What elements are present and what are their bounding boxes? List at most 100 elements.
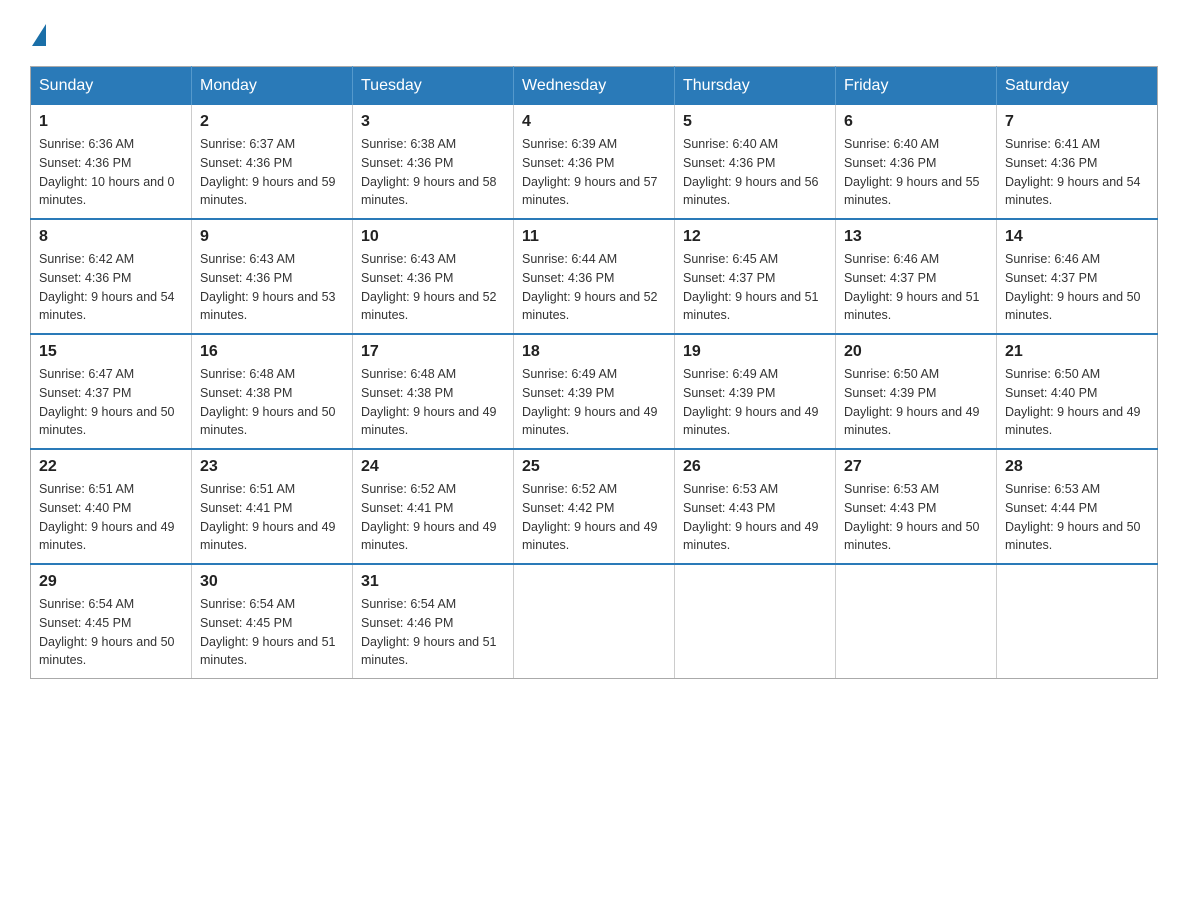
day-info: Sunrise: 6:49 AMSunset: 4:39 PMDaylight:… [522,365,666,440]
calendar-cell: 4 Sunrise: 6:39 AMSunset: 4:36 PMDayligh… [514,105,675,219]
day-number: 23 [200,458,344,476]
day-number: 12 [683,228,827,246]
calendar-cell: 29 Sunrise: 6:54 AMSunset: 4:45 PMDaylig… [31,564,192,679]
day-number: 28 [1005,458,1149,476]
calendar-cell: 17 Sunrise: 6:48 AMSunset: 4:38 PMDaylig… [353,334,514,449]
day-info: Sunrise: 6:45 AMSunset: 4:37 PMDaylight:… [683,250,827,325]
calendar-cell: 16 Sunrise: 6:48 AMSunset: 4:38 PMDaylig… [192,334,353,449]
calendar-cell: 26 Sunrise: 6:53 AMSunset: 4:43 PMDaylig… [675,449,836,564]
calendar-cell: 31 Sunrise: 6:54 AMSunset: 4:46 PMDaylig… [353,564,514,679]
calendar-week-row: 29 Sunrise: 6:54 AMSunset: 4:45 PMDaylig… [31,564,1158,679]
day-info: Sunrise: 6:51 AMSunset: 4:40 PMDaylight:… [39,480,183,555]
calendar-cell [675,564,836,679]
day-info: Sunrise: 6:37 AMSunset: 4:36 PMDaylight:… [200,135,344,210]
calendar-cell: 7 Sunrise: 6:41 AMSunset: 4:36 PMDayligh… [997,105,1158,219]
calendar-cell: 5 Sunrise: 6:40 AMSunset: 4:36 PMDayligh… [675,105,836,219]
calendar-week-row: 15 Sunrise: 6:47 AMSunset: 4:37 PMDaylig… [31,334,1158,449]
logo [30,20,48,46]
calendar-cell: 1 Sunrise: 6:36 AMSunset: 4:36 PMDayligh… [31,105,192,219]
day-info: Sunrise: 6:53 AMSunset: 4:43 PMDaylight:… [844,480,988,555]
day-number: 29 [39,573,183,591]
calendar-week-row: 22 Sunrise: 6:51 AMSunset: 4:40 PMDaylig… [31,449,1158,564]
day-number: 6 [844,113,988,131]
day-info: Sunrise: 6:39 AMSunset: 4:36 PMDaylight:… [522,135,666,210]
day-number: 30 [200,573,344,591]
calendar-cell: 13 Sunrise: 6:46 AMSunset: 4:37 PMDaylig… [836,219,997,334]
calendar-cell: 28 Sunrise: 6:53 AMSunset: 4:44 PMDaylig… [997,449,1158,564]
calendar-cell: 9 Sunrise: 6:43 AMSunset: 4:36 PMDayligh… [192,219,353,334]
day-number: 31 [361,573,505,591]
day-number: 25 [522,458,666,476]
calendar-table: SundayMondayTuesdayWednesdayThursdayFrid… [30,66,1158,679]
day-number: 26 [683,458,827,476]
calendar-week-row: 1 Sunrise: 6:36 AMSunset: 4:36 PMDayligh… [31,105,1158,219]
day-info: Sunrise: 6:48 AMSunset: 4:38 PMDaylight:… [200,365,344,440]
day-number: 21 [1005,343,1149,361]
calendar-cell: 25 Sunrise: 6:52 AMSunset: 4:42 PMDaylig… [514,449,675,564]
day-number: 2 [200,113,344,131]
day-number: 13 [844,228,988,246]
day-info: Sunrise: 6:46 AMSunset: 4:37 PMDaylight:… [844,250,988,325]
calendar-cell: 20 Sunrise: 6:50 AMSunset: 4:39 PMDaylig… [836,334,997,449]
day-info: Sunrise: 6:38 AMSunset: 4:36 PMDaylight:… [361,135,505,210]
calendar-cell: 2 Sunrise: 6:37 AMSunset: 4:36 PMDayligh… [192,105,353,219]
calendar-cell: 11 Sunrise: 6:44 AMSunset: 4:36 PMDaylig… [514,219,675,334]
day-number: 5 [683,113,827,131]
day-info: Sunrise: 6:47 AMSunset: 4:37 PMDaylight:… [39,365,183,440]
calendar-header-sunday: Sunday [31,67,192,106]
calendar-cell [514,564,675,679]
calendar-header-monday: Monday [192,67,353,106]
day-info: Sunrise: 6:44 AMSunset: 4:36 PMDaylight:… [522,250,666,325]
day-number: 9 [200,228,344,246]
day-number: 4 [522,113,666,131]
day-info: Sunrise: 6:54 AMSunset: 4:46 PMDaylight:… [361,595,505,670]
calendar-header-thursday: Thursday [675,67,836,106]
calendar-cell: 6 Sunrise: 6:40 AMSunset: 4:36 PMDayligh… [836,105,997,219]
day-info: Sunrise: 6:50 AMSunset: 4:40 PMDaylight:… [1005,365,1149,440]
calendar-header-tuesday: Tuesday [353,67,514,106]
day-info: Sunrise: 6:40 AMSunset: 4:36 PMDaylight:… [683,135,827,210]
calendar-cell: 12 Sunrise: 6:45 AMSunset: 4:37 PMDaylig… [675,219,836,334]
day-number: 20 [844,343,988,361]
calendar-header-friday: Friday [836,67,997,106]
day-number: 10 [361,228,505,246]
calendar-cell: 21 Sunrise: 6:50 AMSunset: 4:40 PMDaylig… [997,334,1158,449]
day-info: Sunrise: 6:53 AMSunset: 4:44 PMDaylight:… [1005,480,1149,555]
day-number: 24 [361,458,505,476]
day-info: Sunrise: 6:41 AMSunset: 4:36 PMDaylight:… [1005,135,1149,210]
calendar-cell: 8 Sunrise: 6:42 AMSunset: 4:36 PMDayligh… [31,219,192,334]
calendar-cell: 14 Sunrise: 6:46 AMSunset: 4:37 PMDaylig… [997,219,1158,334]
day-number: 14 [1005,228,1149,246]
day-number: 15 [39,343,183,361]
day-info: Sunrise: 6:48 AMSunset: 4:38 PMDaylight:… [361,365,505,440]
day-number: 18 [522,343,666,361]
day-info: Sunrise: 6:42 AMSunset: 4:36 PMDaylight:… [39,250,183,325]
day-info: Sunrise: 6:54 AMSunset: 4:45 PMDaylight:… [39,595,183,670]
day-info: Sunrise: 6:52 AMSunset: 4:41 PMDaylight:… [361,480,505,555]
day-info: Sunrise: 6:49 AMSunset: 4:39 PMDaylight:… [683,365,827,440]
day-number: 22 [39,458,183,476]
calendar-header-saturday: Saturday [997,67,1158,106]
logo-triangle-icon [32,24,46,46]
calendar-header-row: SundayMondayTuesdayWednesdayThursdayFrid… [31,67,1158,106]
day-info: Sunrise: 6:36 AMSunset: 4:36 PMDaylight:… [39,135,183,210]
day-info: Sunrise: 6:53 AMSunset: 4:43 PMDaylight:… [683,480,827,555]
day-number: 7 [1005,113,1149,131]
calendar-header-wednesday: Wednesday [514,67,675,106]
calendar-cell: 15 Sunrise: 6:47 AMSunset: 4:37 PMDaylig… [31,334,192,449]
calendar-cell: 18 Sunrise: 6:49 AMSunset: 4:39 PMDaylig… [514,334,675,449]
day-info: Sunrise: 6:46 AMSunset: 4:37 PMDaylight:… [1005,250,1149,325]
day-info: Sunrise: 6:52 AMSunset: 4:42 PMDaylight:… [522,480,666,555]
day-number: 3 [361,113,505,131]
calendar-cell: 22 Sunrise: 6:51 AMSunset: 4:40 PMDaylig… [31,449,192,564]
calendar-cell [836,564,997,679]
calendar-cell [997,564,1158,679]
day-info: Sunrise: 6:43 AMSunset: 4:36 PMDaylight:… [200,250,344,325]
day-number: 19 [683,343,827,361]
calendar-cell: 10 Sunrise: 6:43 AMSunset: 4:36 PMDaylig… [353,219,514,334]
day-number: 11 [522,228,666,246]
day-info: Sunrise: 6:43 AMSunset: 4:36 PMDaylight:… [361,250,505,325]
day-number: 17 [361,343,505,361]
day-info: Sunrise: 6:50 AMSunset: 4:39 PMDaylight:… [844,365,988,440]
day-info: Sunrise: 6:40 AMSunset: 4:36 PMDaylight:… [844,135,988,210]
